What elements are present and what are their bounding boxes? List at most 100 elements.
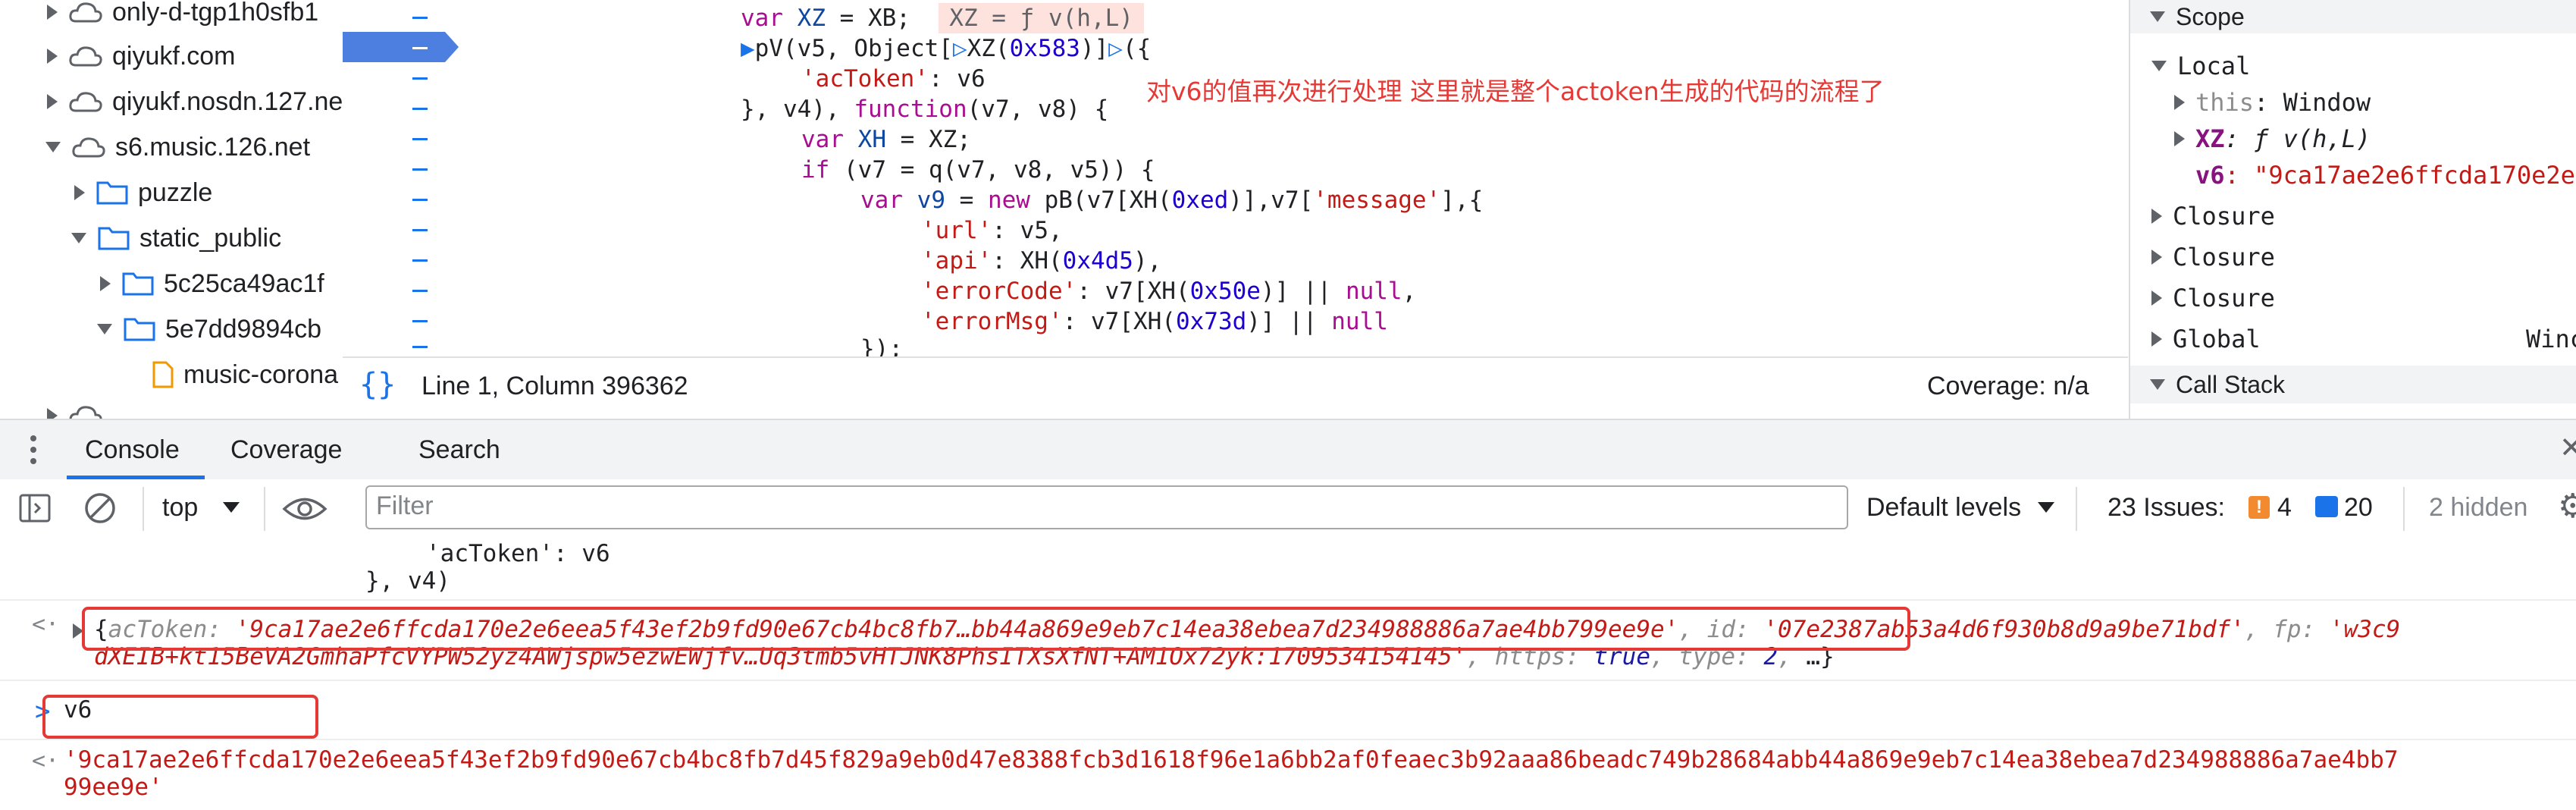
line-marker[interactable]	[412, 259, 428, 262]
line-marker[interactable]	[412, 17, 428, 19]
result-arrow-icon: <·	[32, 611, 60, 638]
line-marker[interactable]	[412, 199, 428, 201]
line-marker[interactable]	[412, 320, 428, 322]
chevron-right-icon[interactable]	[47, 408, 58, 419]
highlight-box-v6	[42, 695, 318, 739]
chevron-down-icon[interactable]	[2150, 11, 2165, 22]
line-marker[interactable]	[412, 138, 428, 140]
chevron-right-icon[interactable]	[100, 276, 111, 291]
tree-item-puzzle[interactable]: puzzle	[74, 171, 212, 214]
issues-info-count[interactable]: 20	[2344, 493, 2373, 523]
pretty-print-icon[interactable]: {}	[359, 367, 396, 402]
scope-v6[interactable]: v6: "9ca17ae2e6ffcda170e2e	[2195, 158, 2575, 193]
chevron-right-icon[interactable]	[2151, 250, 2162, 265]
code-line: 'acToken': v6	[801, 65, 986, 93]
info-icon	[2315, 496, 2338, 517]
code-line: var XZ = XB; XZ = ƒ v(h,L)	[741, 3, 1144, 33]
scope-this[interactable]: this: Window	[2174, 85, 2371, 120]
scope-global[interactable]: Global Winc	[2151, 322, 2576, 356]
tree-item-label: 5e7dd9894cb	[165, 314, 322, 344]
coverage-status: Coverage: n/a	[1927, 372, 2089, 400]
cursor-position: Line 1, Column 396362	[421, 372, 688, 400]
chevron-right-icon[interactable]	[2151, 331, 2162, 347]
chevron-down-icon[interactable]	[223, 502, 240, 513]
tree-item-label: s6.music.126.net	[115, 132, 311, 162]
scope-closure[interactable]: Closure	[2151, 199, 2275, 234]
chevron-right-icon[interactable]	[2174, 95, 2185, 110]
default-levels-dropdown[interactable]: Default levels	[1866, 493, 2021, 523]
code-line: 'url': v5,	[921, 217, 1063, 244]
filter-input[interactable]: Filter	[365, 485, 1848, 529]
code-editor[interactable]: var XZ = XB; XZ = ƒ v(h,L) ▶pV(v5, Objec…	[468, 0, 2128, 356]
tree-item-qiyukf-nosdn[interactable]: qiyukf.nosdn.127.net	[47, 80, 344, 123]
eye-icon[interactable]	[282, 496, 327, 522]
inline-value: XZ = ƒ v(h,L)	[939, 3, 1144, 33]
chevron-down-icon[interactable]	[97, 324, 112, 334]
tree-item-5c25[interactable]: 5c25ca49ac1f	[100, 262, 324, 305]
console-output[interactable]: 'acToken': v6 }, v4) <· {acToken: '9ca17…	[0, 540, 2576, 810]
scope-section-header[interactable]: Scope	[2130, 0, 2576, 33]
code-line: var XH = XZ;	[801, 126, 971, 153]
breakpoint-marker[interactable]	[343, 32, 459, 62]
tree-item-music-corona[interactable]: music-corona	[152, 353, 338, 396]
chevron-down-icon[interactable]	[2151, 61, 2167, 71]
scope-panel: Scope Local this: Window XZ: ƒ v(h,L) v6…	[2129, 0, 2576, 419]
cloud-icon	[72, 137, 105, 158]
context-selector[interactable]: top	[162, 493, 198, 523]
folder-icon	[124, 318, 155, 341]
tree-item-qiyukf[interactable]: qiyukf.com	[47, 35, 236, 77]
line-marker[interactable]	[412, 168, 428, 171]
scope-xz[interactable]: XZ: ƒ v(h,L)	[2174, 121, 2371, 156]
line-marker[interactable]	[412, 290, 428, 292]
tree-item-label: qiyukf.nosdn.127.net	[112, 86, 344, 116]
chevron-right-icon[interactable]	[47, 94, 58, 109]
file-tree: only-d-tgp1h0sfb1 qiyukf.com qiyukf.nosd…	[0, 0, 344, 419]
chevron-down-icon[interactable]	[2150, 379, 2165, 390]
scope-closure[interactable]: Closure	[2151, 240, 2275, 275]
tree-item-label: qiyukf.com	[112, 41, 236, 71]
issues-label[interactable]: 23 Issues:	[2107, 493, 2225, 523]
tree-item-label: music-corona	[183, 359, 339, 389]
sidebar-toggle-icon[interactable]	[18, 493, 52, 523]
tree-item-partial[interactable]	[47, 394, 112, 419]
result-arrow-icon: <·	[32, 748, 60, 774]
scope-closure[interactable]: Closure	[2151, 281, 2275, 316]
gear-icon[interactable]: ⚙	[2558, 487, 2576, 526]
file-icon	[152, 361, 174, 388]
issues-error-count[interactable]: 4	[2277, 493, 2292, 523]
clear-console-icon[interactable]	[83, 491, 117, 525]
tab-console[interactable]: Console	[85, 435, 180, 465]
tree-item-only-d[interactable]: only-d-tgp1h0sfb1	[47, 0, 318, 33]
chevron-right-icon[interactable]	[47, 5, 58, 20]
chevron-right-icon[interactable]	[47, 49, 58, 64]
highlight-box-actoken	[82, 607, 1910, 651]
chevron-right-icon[interactable]	[2151, 209, 2162, 224]
line-marker[interactable]	[412, 77, 428, 80]
tree-item-5e7d[interactable]: 5e7dd9894cb	[97, 308, 321, 350]
tab-search[interactable]: Search	[418, 435, 500, 465]
chevron-down-icon[interactable]	[2038, 502, 2054, 513]
tree-item-s6-music[interactable]: s6.music.126.net	[45, 126, 310, 168]
code-line: }, v4), function(v7, v8) {	[741, 96, 1109, 123]
divider	[143, 487, 144, 531]
close-icon[interactable]: ✕	[2559, 431, 2576, 465]
callstack-section-header[interactable]: Call Stack	[2130, 366, 2576, 403]
chevron-right-icon[interactable]	[2174, 131, 2185, 146]
code-line: 'errorCode': v7[XH(0x50e)] || null,	[921, 278, 1417, 305]
divider	[2076, 487, 2077, 531]
cloud-icon	[69, 92, 102, 112]
more-menu-icon[interactable]	[29, 434, 38, 466]
line-marker[interactable]	[412, 229, 428, 231]
line-marker[interactable]	[412, 346, 428, 348]
code-line: 'errorMsg': v7[XH(0x73d)] || null	[921, 308, 1388, 335]
chevron-right-icon[interactable]	[2151, 290, 2162, 306]
drawer-tabbar: Console Coverage Search ✕	[0, 419, 2576, 481]
cloud-icon	[69, 46, 102, 67]
line-marker[interactable]	[412, 108, 428, 110]
chevron-down-icon[interactable]	[71, 233, 86, 243]
tree-item-static-public[interactable]: static_public	[71, 217, 281, 259]
scope-local[interactable]: Local	[2151, 49, 2250, 83]
chevron-down-icon[interactable]	[45, 142, 61, 152]
tab-coverage[interactable]: Coverage	[230, 435, 342, 465]
chevron-right-icon[interactable]	[74, 185, 85, 200]
